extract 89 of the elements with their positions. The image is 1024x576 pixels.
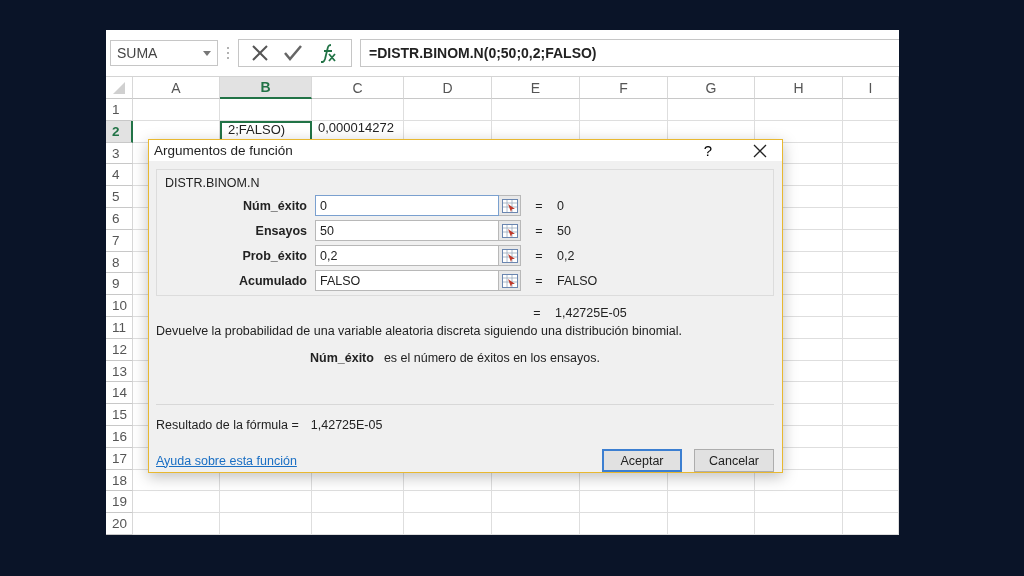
equals-sign: = xyxy=(534,273,544,288)
argument-label: Prob_éxito xyxy=(241,248,308,263)
table-cell xyxy=(843,164,899,187)
function-description: Devuelve la probabilidad de una variable aleatoria discreta siguiendo una distribución binomial. xyxy=(156,324,684,338)
row-header[interactable]: 5 xyxy=(106,186,133,209)
column-header[interactable]: D xyxy=(404,77,492,100)
table-cell xyxy=(843,229,899,252)
argument-field[interactable]: 0,2 xyxy=(315,245,499,266)
column-header[interactable]: B xyxy=(220,77,312,100)
argument-value: FALSO xyxy=(557,273,599,288)
argument-value: 50 xyxy=(557,223,572,238)
formula-result-value: 1,42725E-05 xyxy=(310,418,383,432)
row-header[interactable]: 9 xyxy=(106,273,133,296)
dialog-title: Argumentos de función xyxy=(154,143,294,158)
table-cell xyxy=(843,338,899,361)
table-cell xyxy=(843,142,899,165)
row-header[interactable]: 19 xyxy=(106,491,133,514)
table-cell xyxy=(843,99,899,121)
range-select-icon[interactable] xyxy=(499,270,521,291)
argument-label: Núm_éxito xyxy=(242,198,308,213)
row-header[interactable]: 18 xyxy=(106,469,133,492)
equals-sign: = xyxy=(534,223,544,238)
argument-field[interactable]: 0 xyxy=(315,195,499,216)
row-header[interactable]: 1 xyxy=(106,99,133,121)
row-header[interactable]: 4 xyxy=(106,164,133,187)
row-header[interactable]: 15 xyxy=(106,404,133,426)
table-cell xyxy=(843,317,899,339)
table-cell xyxy=(843,469,899,492)
table-cell xyxy=(843,120,899,143)
caret-icon xyxy=(203,50,211,56)
table-cell xyxy=(843,273,899,296)
row-header[interactable]: 16 xyxy=(106,426,133,448)
table-cell xyxy=(843,382,899,405)
row-header[interactable]: 17 xyxy=(106,447,133,470)
help-link[interactable]: Ayuda sobre esta función xyxy=(156,453,590,468)
argument-field[interactable]: FALSO xyxy=(315,270,499,291)
table-cell xyxy=(843,404,899,426)
argument-label: Ensayos xyxy=(254,223,308,238)
dialog-button[interactable]: Cancelar xyxy=(694,449,774,472)
column-header[interactable]: C xyxy=(312,77,404,100)
column-header[interactable]: H xyxy=(755,77,843,100)
equals-sign: = xyxy=(532,306,542,320)
row-header[interactable]: 11 xyxy=(106,317,133,339)
row-header[interactable]: 13 xyxy=(106,360,133,383)
argument-name: Núm_éxito xyxy=(310,351,374,365)
help-button[interactable]: ? xyxy=(699,142,716,159)
table-cell xyxy=(843,426,899,448)
function-name: DISTR.BINOM.N xyxy=(165,176,261,190)
row-header[interactable]: 10 xyxy=(106,295,133,318)
table-cell xyxy=(843,360,899,383)
grip-icon xyxy=(226,46,230,61)
table-cell xyxy=(843,251,899,274)
argument-description: es el número de éxitos en los ensayos. xyxy=(383,351,600,365)
table-cell xyxy=(843,491,899,514)
equals-sign: = xyxy=(534,198,544,213)
argument-value: 0 xyxy=(557,198,565,213)
close-icon[interactable] xyxy=(752,142,768,159)
row-header[interactable]: 12 xyxy=(106,338,133,361)
row-header[interactable]: 2 xyxy=(106,120,133,143)
row-header[interactable]: 8 xyxy=(106,251,133,274)
row-header[interactable]: 14 xyxy=(106,382,133,405)
column-header[interactable]: A xyxy=(133,77,220,100)
checkmark-icon[interactable] xyxy=(283,44,303,63)
formula-result-label: Resultado de la fórmula = xyxy=(156,418,299,432)
table-cell xyxy=(843,295,899,318)
column-header[interactable]: E xyxy=(492,77,580,100)
argument-value: 0,2 xyxy=(557,248,576,263)
row-header[interactable]: 20 xyxy=(106,513,133,535)
range-select-icon[interactable] xyxy=(499,245,521,266)
row-header[interactable]: 6 xyxy=(106,208,133,230)
function-result: 1,42725E-05 xyxy=(555,306,628,320)
equals-sign: = xyxy=(534,248,544,263)
formula-field[interactable]: =DISTR.BINOM.N(0;50;0,2;FALSO) xyxy=(360,39,899,68)
argument-field[interactable]: 50 xyxy=(315,220,499,241)
name-box[interactable]: SUMA xyxy=(110,40,218,67)
row-header[interactable]: 7 xyxy=(106,229,133,252)
table-cell xyxy=(843,186,899,209)
column-header[interactable]: F xyxy=(580,77,668,100)
dialog-button[interactable]: Aceptar xyxy=(602,449,682,472)
range-select-icon[interactable] xyxy=(499,220,521,241)
table-cell xyxy=(843,208,899,230)
table-cell xyxy=(843,447,899,470)
table-cell xyxy=(843,513,899,535)
argument-label: Acumulado xyxy=(237,273,308,288)
range-select-icon[interactable] xyxy=(499,195,521,216)
cancel-icon[interactable] xyxy=(251,44,269,63)
column-header[interactable]: I xyxy=(843,77,899,100)
column-header[interactable]: G xyxy=(668,77,755,100)
row-header[interactable]: 3 xyxy=(106,142,133,165)
